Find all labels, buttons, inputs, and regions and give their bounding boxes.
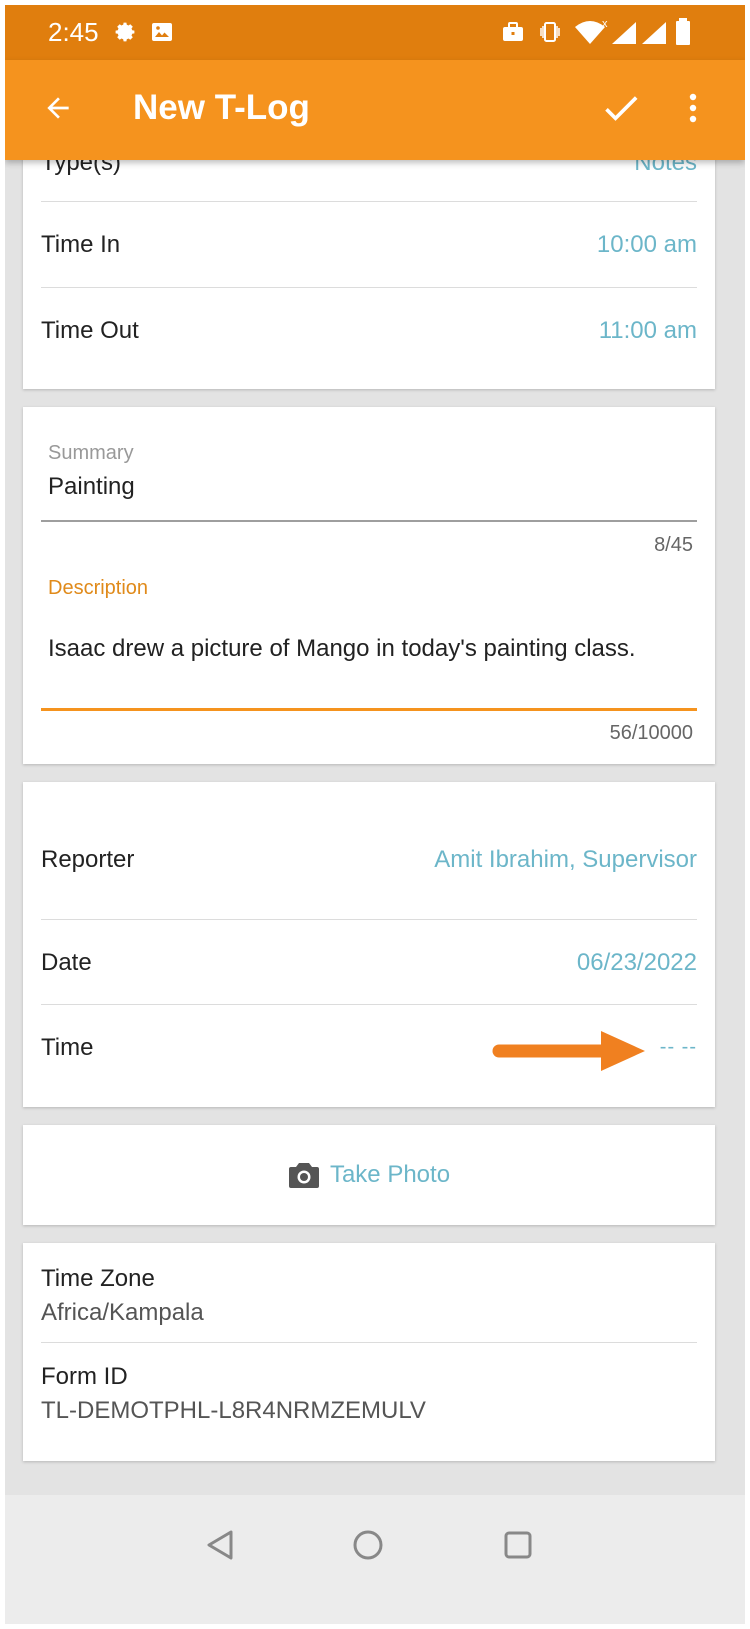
camera-icon bbox=[288, 1161, 320, 1189]
card-times: Type(s) Notes Time In 10:00 am Time Out … bbox=[23, 160, 715, 389]
time-value: -- -- bbox=[659, 1036, 697, 1058]
formid-label: Form ID bbox=[41, 1363, 128, 1390]
card-info: Time Zone Africa/Kampala Form ID TL-DEMO… bbox=[23, 1243, 715, 1461]
nav-back-icon bbox=[205, 1529, 235, 1566]
check-icon bbox=[599, 86, 643, 135]
status-bar: 2:45 x bbox=[5, 5, 745, 60]
status-time: 2:45 bbox=[48, 17, 99, 47]
description-label: Description bbox=[48, 577, 149, 599]
date-label: Date bbox=[41, 948, 92, 976]
summary-input[interactable]: Painting bbox=[48, 473, 135, 501]
reporter-label: Reporter bbox=[41, 845, 135, 873]
type-row[interactable]: Type(s) Notes bbox=[41, 160, 697, 205]
time-out-row[interactable]: Time Out 11:00 am bbox=[41, 288, 697, 373]
battery-icon bbox=[675, 18, 691, 51]
summary-underline bbox=[41, 520, 697, 522]
nav-home-button[interactable] bbox=[338, 1517, 398, 1577]
system-nav-bar bbox=[5, 1495, 745, 1624]
svg-text:x: x bbox=[602, 18, 608, 30]
summary-counter: 8/45 bbox=[654, 534, 693, 556]
date-value: 06/23/2022 bbox=[576, 948, 697, 976]
time-out-value: 11:00 am bbox=[598, 316, 697, 344]
time-in-label: Time In bbox=[41, 230, 121, 258]
take-photo-button[interactable]: Take Photo bbox=[23, 1125, 715, 1225]
timezone-label: Time Zone bbox=[41, 1265, 155, 1292]
app-bar: New T-Log bbox=[5, 60, 745, 160]
overflow-menu-button[interactable] bbox=[677, 60, 709, 160]
nav-recents-icon bbox=[503, 1530, 533, 1565]
wifi-icon: x bbox=[573, 18, 609, 51]
card-summary: Summary Painting 8/45 Description Isaac … bbox=[23, 407, 715, 764]
time-label: Time bbox=[41, 1033, 94, 1061]
date-row[interactable]: Date 06/23/2022 bbox=[41, 920, 697, 1005]
divider bbox=[41, 1342, 697, 1343]
description-underline bbox=[41, 708, 697, 711]
summary-label: Summary bbox=[48, 442, 134, 464]
briefcase-icon bbox=[501, 20, 525, 49]
form-scroll-area[interactable]: Type(s) Notes Time In 10:00 am Time Out … bbox=[5, 160, 745, 1495]
description-counter: 56/10000 bbox=[609, 722, 693, 744]
back-button[interactable] bbox=[33, 60, 83, 160]
description-input[interactable]: Isaac drew a picture of Mango in today's… bbox=[48, 635, 636, 663]
save-button[interactable] bbox=[595, 60, 647, 160]
time-in-value: 10:00 am bbox=[596, 230, 697, 258]
back-arrow-icon bbox=[42, 92, 74, 129]
timezone-value: Africa/Kampala bbox=[41, 1299, 204, 1326]
screen: 2:45 x New T-Log Type(s) Notes Time In 1… bbox=[5, 5, 745, 1624]
card-photo: Take Photo bbox=[23, 1125, 715, 1225]
take-photo-label: Take Photo bbox=[329, 1161, 451, 1188]
nav-back-button[interactable] bbox=[190, 1517, 250, 1577]
reporter-value: Amit Ibrahim, Supervisor bbox=[434, 845, 697, 873]
type-value: Notes bbox=[634, 160, 697, 176]
formid-value: TL-DEMOTPHL-L8R4NRMZEMULV bbox=[41, 1397, 426, 1424]
type-label: Type(s) bbox=[41, 160, 122, 176]
page-title: New T-Log bbox=[133, 88, 310, 127]
nav-home-icon bbox=[352, 1529, 384, 1566]
annotation-arrow-icon bbox=[491, 1028, 651, 1079]
time-out-label: Time Out bbox=[41, 316, 139, 344]
card-reporter: Reporter Amit Ibrahim, Supervisor Date 0… bbox=[23, 782, 715, 1107]
vibrate-icon bbox=[538, 20, 562, 49]
reporter-row[interactable]: Reporter Amit Ibrahim, Supervisor bbox=[41, 817, 697, 902]
gear-icon bbox=[113, 20, 137, 49]
time-in-row[interactable]: Time In 10:00 am bbox=[41, 202, 697, 287]
signal-icon bbox=[610, 20, 670, 51]
image-icon bbox=[150, 20, 174, 49]
nav-recents-button[interactable] bbox=[488, 1517, 548, 1577]
more-vert-icon bbox=[688, 93, 698, 128]
